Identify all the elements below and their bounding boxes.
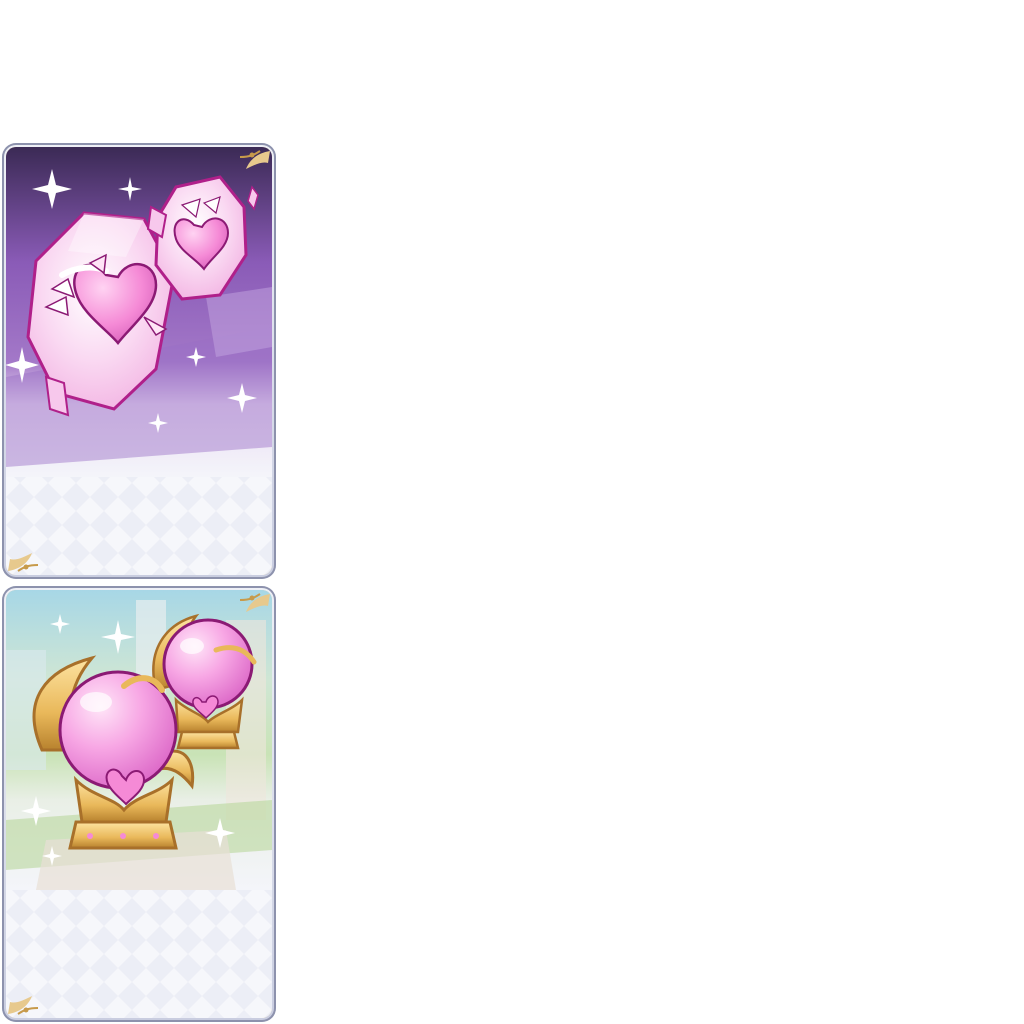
item-card-heart-orb[interactable] <box>2 586 276 1022</box>
gold-leaf-corner-icon <box>239 593 270 612</box>
gold-leaf-corner-icon <box>239 150 270 169</box>
item-card-heart-crystal[interactable] <box>2 143 276 579</box>
item-card-grid <box>0 0 1024 1024</box>
card-frame <box>6 147 272 575</box>
heart-crystal-illustration <box>6 147 272 575</box>
gold-leaf-corner-icon <box>8 996 39 1015</box>
heart-orb-illustration <box>6 590 272 1018</box>
card-frame <box>6 590 272 1018</box>
gold-leaf-corner-icon <box>8 553 39 572</box>
